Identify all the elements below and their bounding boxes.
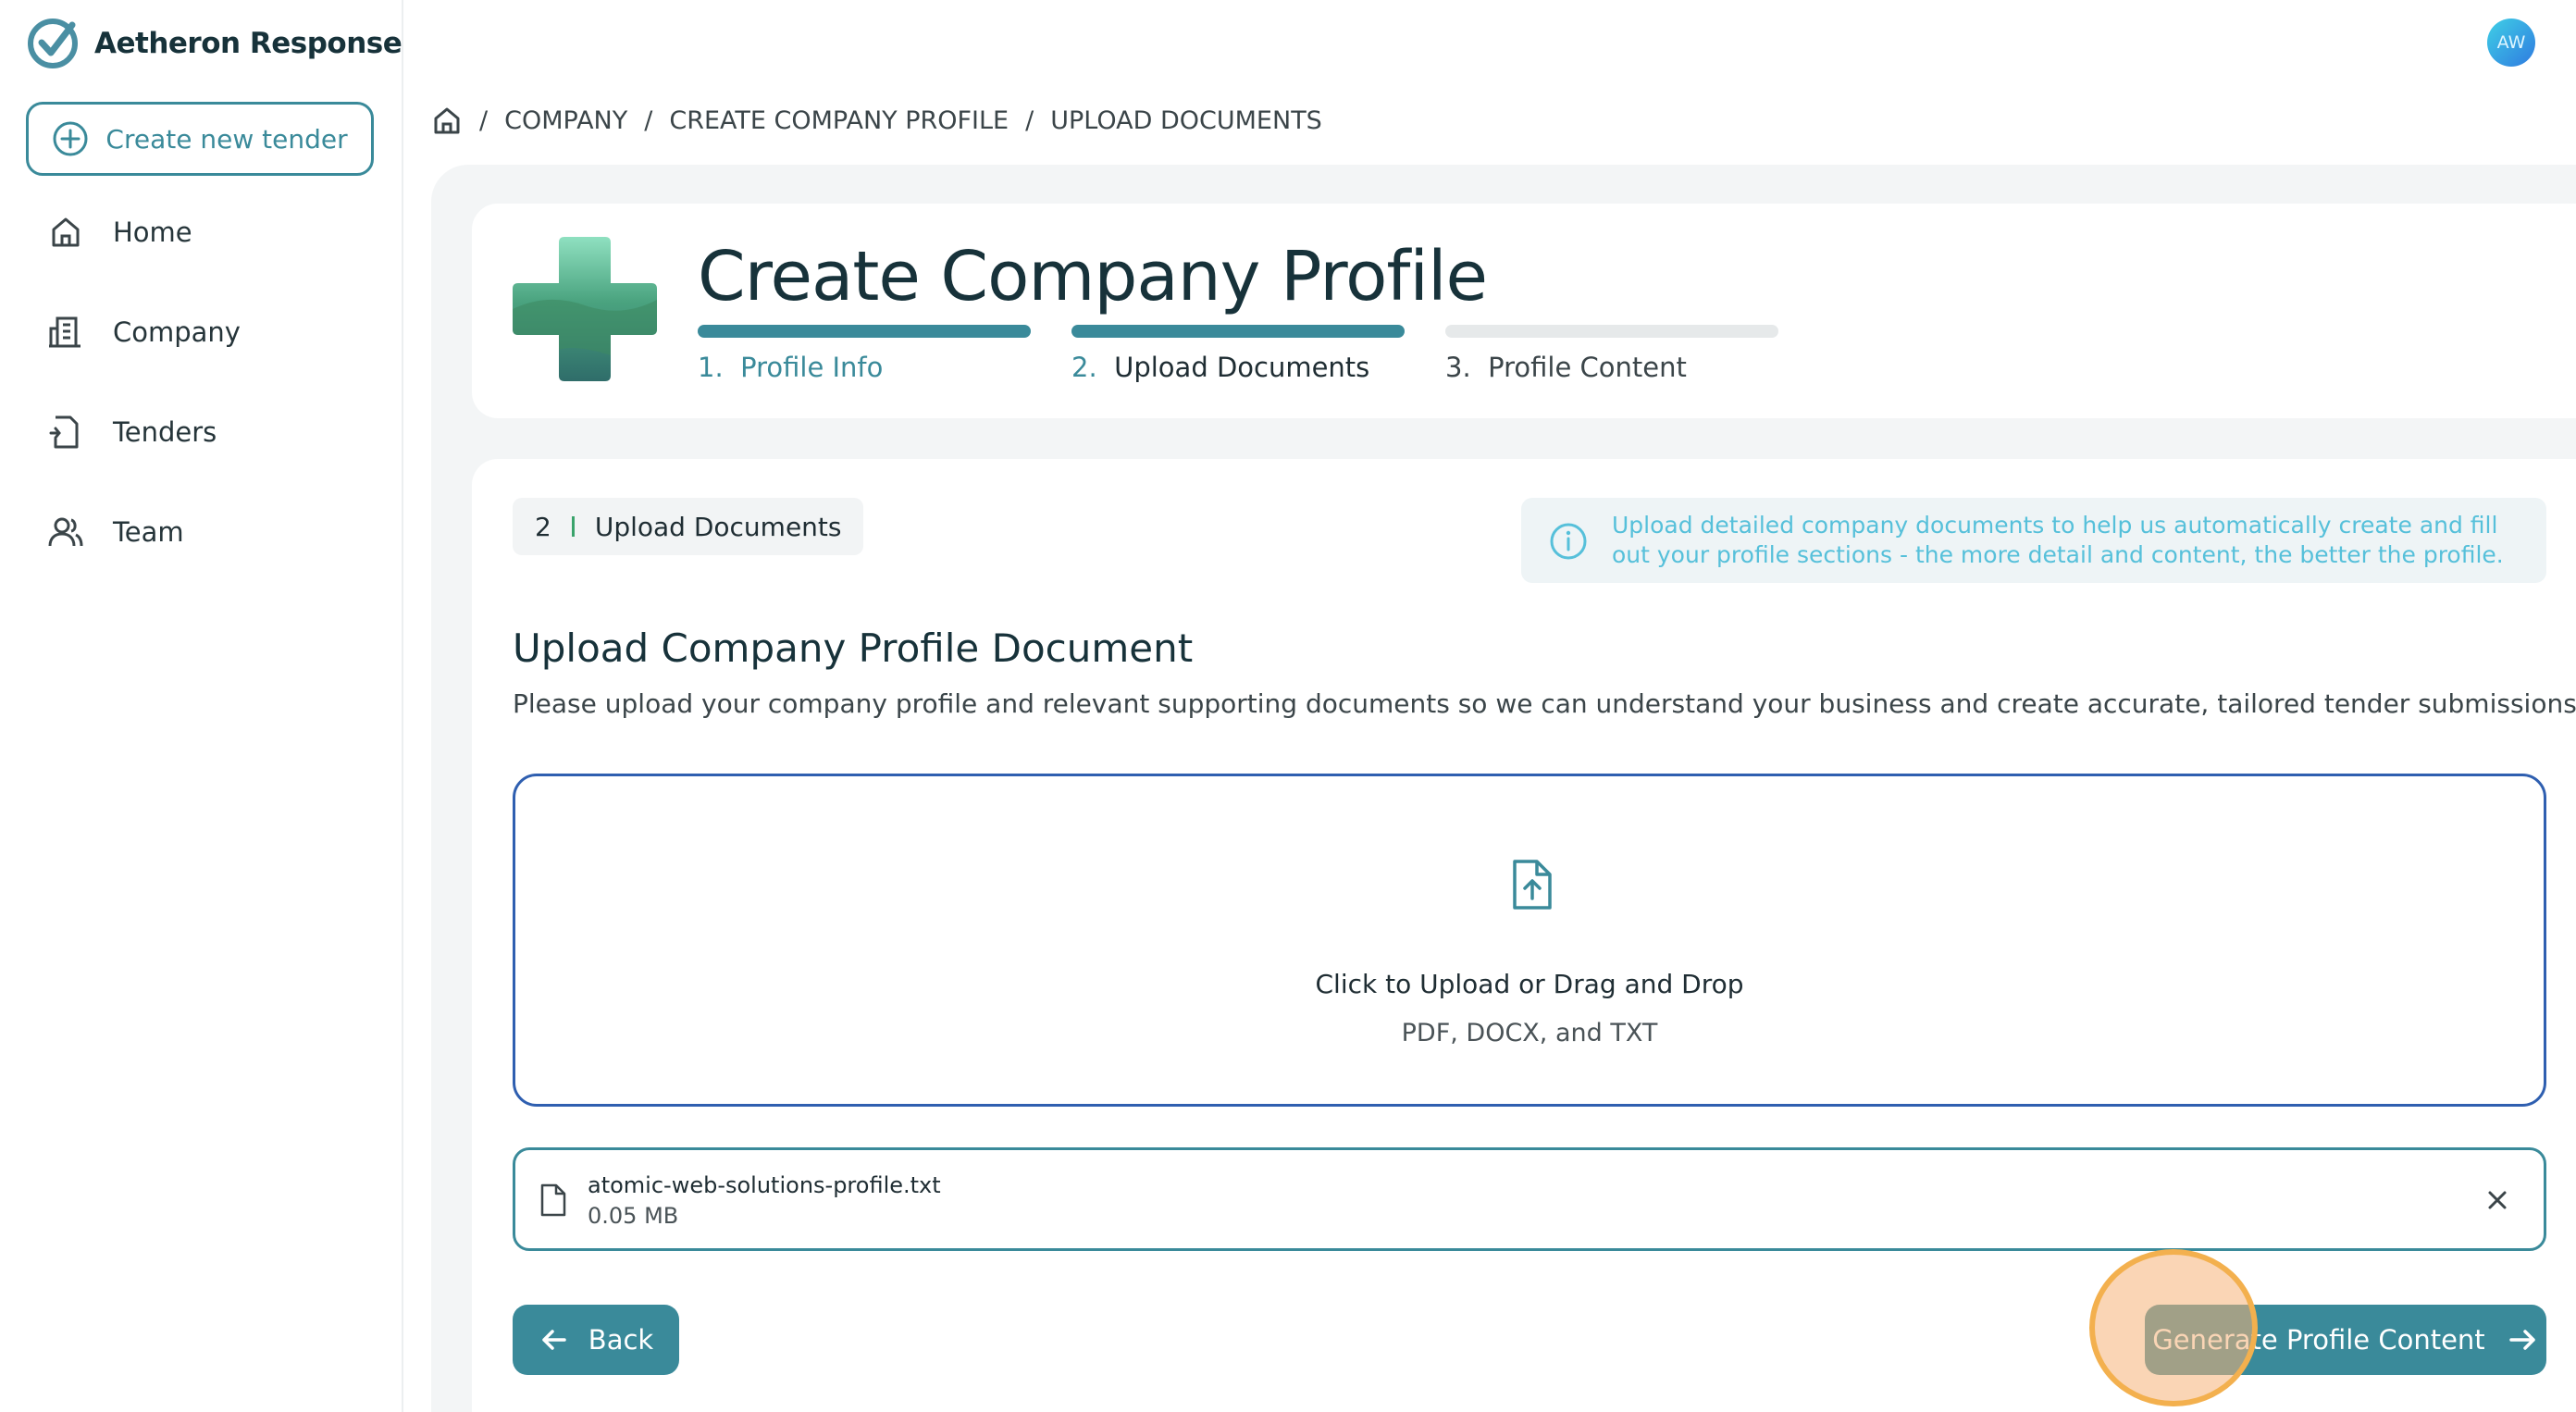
- file-dropzone[interactable]: Click to Upload or Drag and Drop PDF, DO…: [513, 774, 2546, 1107]
- remove-file-close-icon[interactable]: [2481, 1183, 2514, 1217]
- sidebar: Aetheron Response Create new tender Home: [0, 0, 403, 1412]
- info-text: Upload detailed company documents to hel…: [1612, 512, 2504, 568]
- sidebar-item-label: Team: [113, 516, 184, 548]
- breadcrumb-separator: /: [644, 105, 653, 135]
- sidebar-item-label: Home: [113, 217, 192, 248]
- create-new-tender-button[interactable]: Create new tender: [26, 102, 374, 176]
- step-2-progress: [1071, 325, 1405, 338]
- brand[interactable]: Aetheron Response: [26, 15, 402, 72]
- uploaded-file-item: atomic-web-solutions-profile.txt 0.05 MB: [513, 1147, 2546, 1251]
- section-description: Please upload your company profile and r…: [513, 688, 2576, 719]
- breadcrumb: / COMPANY / CREATE COMPANY PROFILE / UPL…: [431, 102, 1322, 139]
- file-size: 0.05 MB: [588, 1203, 679, 1229]
- generate-button-label: Generate Profile Content: [2152, 1324, 2485, 1356]
- step-number: 3.: [1445, 352, 1471, 383]
- step-name: Upload Documents: [1114, 352, 1370, 383]
- file-upload-icon: [1507, 858, 1555, 911]
- step-badge-number: 2: [535, 511, 551, 542]
- back-button-label: Back: [588, 1324, 654, 1356]
- breadcrumb-separator: /: [1025, 105, 1034, 135]
- dropzone-formats-text: PDF, DOCX, and TXT: [1401, 1019, 1658, 1047]
- users-icon: [46, 513, 85, 551]
- step-2-label: 2. Upload Documents: [1071, 352, 1369, 383]
- step-number: 1.: [698, 352, 724, 383]
- breadcrumb-item-create-profile[interactable]: CREATE COMPANY PROFILE: [669, 106, 1009, 135]
- breadcrumb-item-company[interactable]: COMPANY: [504, 106, 627, 135]
- sidebar-item-label: Company: [113, 316, 241, 348]
- sidebar-item-team[interactable]: Team: [46, 513, 184, 551]
- step-3-progress: [1445, 325, 1778, 338]
- sidebar-item-home[interactable]: Home: [46, 213, 192, 252]
- section-title: Upload Company Profile Document: [513, 625, 1194, 671]
- file-icon: [539, 1183, 567, 1217]
- sidebar-item-label: Tenders: [113, 416, 217, 448]
- document-icon: [46, 413, 85, 452]
- step-1-progress: [698, 325, 1031, 338]
- create-new-tender-label: Create new tender: [105, 123, 348, 155]
- breadcrumb-separator: /: [479, 105, 489, 135]
- profile-cross-logo: [511, 235, 659, 383]
- dropzone-primary-text: Click to Upload or Drag and Drop: [1315, 969, 1744, 999]
- step-name: Profile Info: [740, 352, 884, 383]
- generate-profile-content-button[interactable]: Generate Profile Content: [2145, 1305, 2546, 1375]
- step-number: 2.: [1071, 352, 1097, 383]
- step-name: Profile Content: [1488, 352, 1687, 383]
- file-name: atomic-web-solutions-profile.txt: [588, 1172, 941, 1198]
- info-callout: Upload detailed company documents to hel…: [1521, 498, 2546, 583]
- avatar-initials: AW: [2496, 32, 2526, 53]
- step-1-label[interactable]: 1. Profile Info: [698, 352, 883, 383]
- sidebar-item-company[interactable]: Company: [46, 313, 241, 352]
- step-badge-label: Upload Documents: [594, 511, 842, 542]
- logo-check-icon: [26, 17, 80, 70]
- breadcrumb-item-upload-documents: UPLOAD DOCUMENTS: [1050, 105, 1322, 135]
- home-icon: [46, 213, 85, 252]
- user-avatar[interactable]: AW: [2487, 19, 2535, 67]
- sidebar-item-tenders[interactable]: Tenders: [46, 413, 217, 452]
- arrow-right-icon: [2506, 1324, 2539, 1356]
- brand-name: Aetheron Response: [94, 27, 402, 60]
- breadcrumb-home-icon[interactable]: [431, 105, 463, 136]
- step-3-label: 3. Profile Content: [1445, 352, 1687, 383]
- info-icon: [1549, 522, 1588, 561]
- step-badge: 2 Upload Documents: [513, 498, 864, 555]
- step-badge-divider: [571, 516, 575, 537]
- building-icon: [46, 313, 85, 352]
- plus-circle-icon: [52, 120, 89, 157]
- back-button[interactable]: Back: [513, 1305, 679, 1375]
- page-title: Create Company Profile: [698, 237, 1488, 316]
- arrow-left-icon: [539, 1324, 570, 1356]
